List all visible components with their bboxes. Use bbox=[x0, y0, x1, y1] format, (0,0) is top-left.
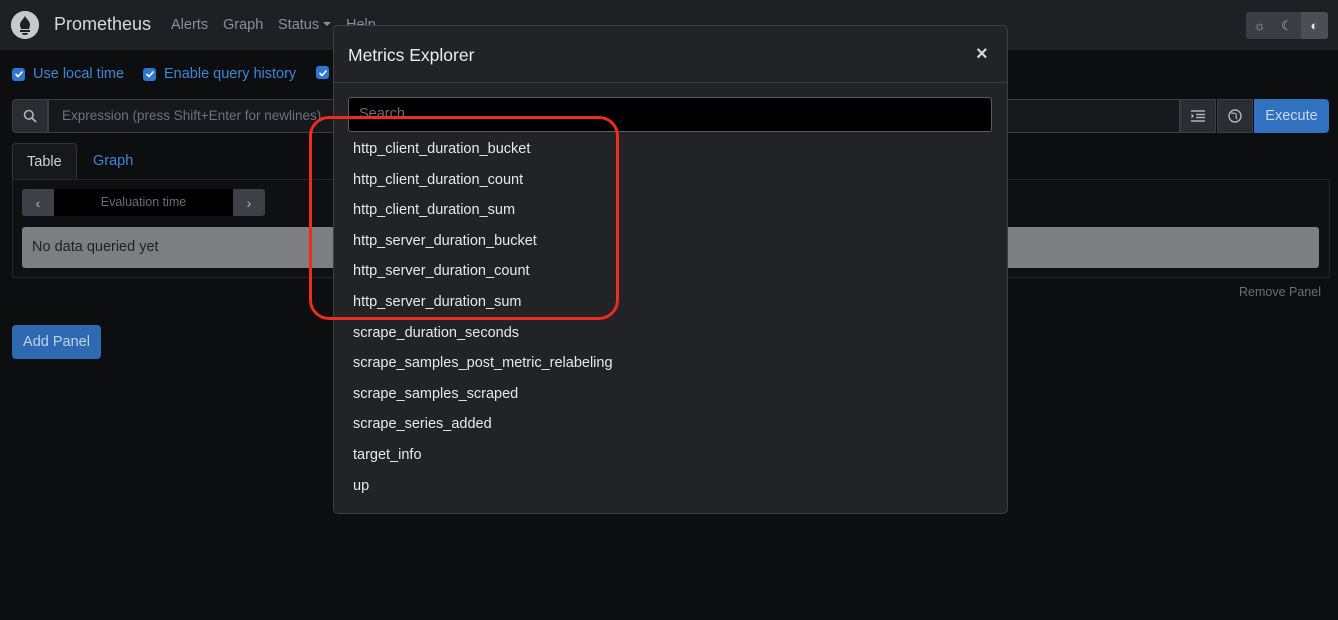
tab-table[interactable]: Table bbox=[12, 143, 77, 180]
checkbox-checked-icon[interactable] bbox=[143, 67, 156, 81]
chevron-left-icon[interactable]: ‹ bbox=[22, 189, 54, 216]
checkbox-checked-icon[interactable] bbox=[316, 66, 329, 79]
brand-title[interactable]: Prometheus bbox=[54, 14, 151, 35]
enable-query-history-label: Enable query history bbox=[164, 66, 297, 82]
metric-item[interactable]: scrape_samples_post_metric_relabeling bbox=[353, 348, 613, 379]
metric-item[interactable]: target_info bbox=[353, 440, 613, 471]
explain-button[interactable] bbox=[1217, 99, 1253, 133]
chevron-right-icon[interactable]: › bbox=[233, 189, 265, 216]
remove-panel-link[interactable]: Remove Panel bbox=[1239, 285, 1321, 299]
nav-status-label: Status bbox=[278, 17, 320, 33]
enable-query-history-option[interactable]: Enable query history bbox=[143, 66, 296, 82]
half-circle-icon[interactable]: ◐ bbox=[1300, 12, 1328, 39]
modal-header: Metrics Explorer × bbox=[334, 26, 1007, 83]
metric-item[interactable]: scrape_duration_seconds bbox=[353, 318, 613, 349]
metric-item[interactable]: up bbox=[353, 471, 613, 502]
prometheus-logo-icon[interactable] bbox=[11, 11, 39, 39]
format-expression-button[interactable] bbox=[1180, 99, 1216, 133]
nav-alerts[interactable]: Alerts bbox=[171, 17, 208, 33]
modal-title: Metrics Explorer bbox=[348, 45, 475, 65]
metric-item[interactable]: scrape_samples_scraped bbox=[353, 379, 613, 410]
indent-icon bbox=[1191, 110, 1205, 122]
highlight-annotation bbox=[309, 116, 619, 320]
evaluation-time-input[interactable]: Evaluation time bbox=[54, 189, 233, 216]
chevron-down-icon bbox=[323, 22, 332, 26]
use-local-time-option[interactable]: Use local time bbox=[12, 66, 124, 82]
metric-item[interactable]: scrape_series_added bbox=[353, 409, 613, 440]
globe-icon bbox=[1228, 109, 1242, 123]
moon-icon[interactable]: ☾ bbox=[1273, 12, 1300, 39]
add-panel-button[interactable]: Add Panel bbox=[12, 325, 101, 359]
metrics-explorer-button[interactable] bbox=[12, 99, 48, 133]
theme-switcher: ☼ ☾ ◐ bbox=[1246, 12, 1328, 39]
sun-icon[interactable]: ☼ bbox=[1246, 12, 1273, 39]
execute-button[interactable]: Execute bbox=[1254, 99, 1329, 133]
nav-status[interactable]: Status bbox=[278, 17, 332, 33]
close-icon[interactable]: × bbox=[976, 43, 988, 66]
nav-graph[interactable]: Graph bbox=[223, 17, 263, 33]
tab-graph[interactable]: Graph bbox=[79, 143, 147, 180]
checkbox-checked-icon[interactable] bbox=[12, 67, 25, 81]
search-icon bbox=[23, 109, 37, 123]
use-local-time-label: Use local time bbox=[33, 66, 125, 82]
